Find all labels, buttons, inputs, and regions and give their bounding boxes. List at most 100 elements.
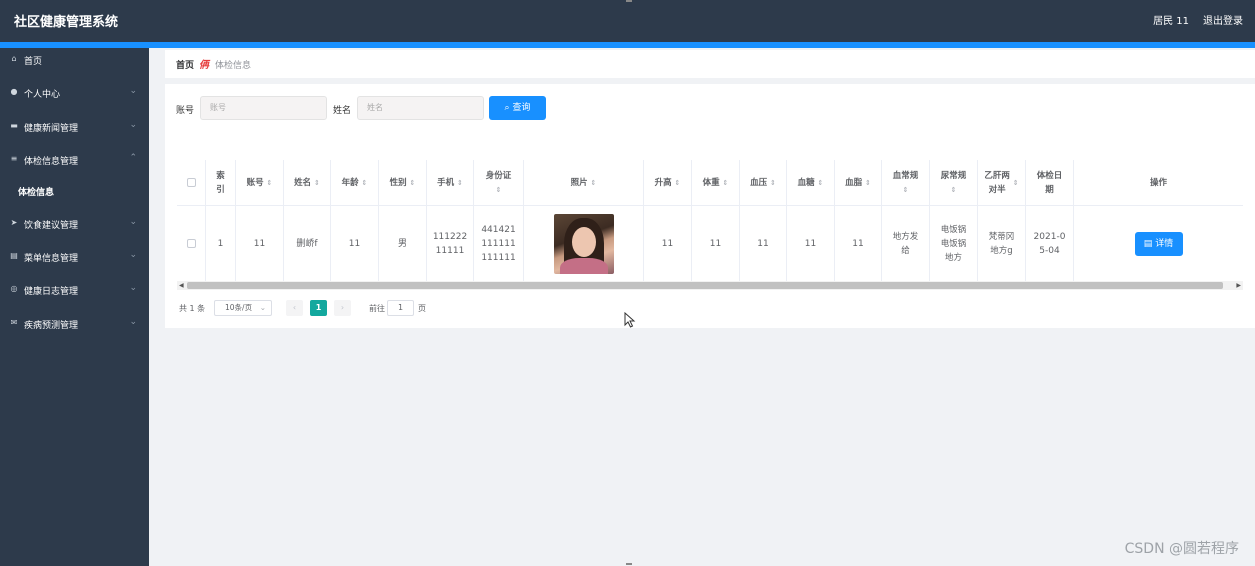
col-photo[interactable]: 照片 ⇕ <box>524 160 644 205</box>
cell-blood-lipid: 11 <box>835 206 882 281</box>
select-all-checkbox[interactable] <box>186 178 196 187</box>
col-phone[interactable]: 手机 ⇕ <box>427 160 474 205</box>
chevron-down-icon: ⌄ <box>129 86 137 96</box>
mail-icon: ✉ <box>10 318 18 327</box>
news-icon: ▬ <box>10 121 18 130</box>
select-all-checkbox-cell[interactable] <box>177 160 206 205</box>
sidebar-item-health-news[interactable]: ▬ 健康新闻管理 ⌄ <box>0 115 149 141</box>
cell-blood-routine: 地方发 给 <box>882 206 930 281</box>
goto-page-input[interactable]: 1 <box>387 300 414 316</box>
breadcrumb-separator: 侢 <box>199 60 209 71</box>
chevron-down-icon: ⌄ <box>259 303 266 312</box>
col-hepatitis-b[interactable]: 乙肝两 对半 ⇕ <box>978 160 1026 205</box>
col-id-card[interactable]: 身份证 ⇕ <box>474 160 524 205</box>
home-icon: ⌂ <box>11 54 17 63</box>
sidebar-item-label: 健康新闻管理 <box>24 124 79 134</box>
content-panel: 账号 账号 姓名 姓名 ⌕ 查询 索 引 账号 ⇕ 姓名 ⇕ 年龄 ⇕ 性别 ⇕… <box>165 84 1255 328</box>
cell-phone: 111222 11111 <box>427 206 474 281</box>
page-size-value: 10条/页 <box>225 303 253 312</box>
col-exam-date[interactable]: 体检日 期 <box>1026 160 1074 205</box>
chevron-down-icon: ⌄ <box>129 120 137 130</box>
col-name[interactable]: 姓名 ⇕ <box>284 160 331 205</box>
name-search-input[interactable]: 姓名 <box>357 96 484 120</box>
account-search-input[interactable]: 账号 <box>200 96 327 120</box>
current-page-button[interactable]: 1 <box>310 300 327 316</box>
cell-height: 11 <box>644 206 692 281</box>
cell-index: 1 <box>206 206 236 281</box>
page-size-select[interactable]: 10条/页 ⌄ <box>214 300 272 316</box>
scroll-right-arrow-icon[interactable]: ▶ <box>1236 281 1241 290</box>
logout-button[interactable]: 退出登录 <box>1203 12 1243 27</box>
col-blood-routine[interactable]: 血常规 ⇕ <box>882 160 930 205</box>
sidebar: ⌂ 首页 ● 个人中心 ⌄ ▬ 健康新闻管理 ⌄ ≡ 体检信息管理 ⌃ 体检信息… <box>0 48 149 566</box>
col-gender[interactable]: 性别 ⇕ <box>379 160 427 205</box>
cell-gender: 男 <box>379 206 427 281</box>
col-account[interactable]: 账号 ⇕ <box>236 160 284 205</box>
app-title: 社区健康管理系统 <box>14 15 119 30</box>
search-icon: ⌕ <box>504 103 510 113</box>
breadcrumb-home[interactable]: 首页 <box>176 58 194 71</box>
col-blood-sugar[interactable]: 血糖 ⇕ <box>787 160 835 205</box>
sidebar-item-home[interactable]: ⌂ 首页 <box>0 48 149 74</box>
col-blood-lipid[interactable]: 血脂 ⇕ <box>835 160 882 205</box>
col-weight[interactable]: 体重 ⇕ <box>692 160 740 205</box>
cell-hepatitis-b: 梵蒂冈 地方g <box>978 206 1026 281</box>
cell-name: 删峤f <box>284 206 331 281</box>
table-header: 索 引 账号 ⇕ 姓名 ⇕ 年龄 ⇕ 性别 ⇕ 手机 ⇕ 身份证 ⇕ 照片 ⇕ 升… <box>177 160 1243 206</box>
sidebar-item-disease-prediction[interactable]: ✉ 疾病预测管理 ⌄ <box>0 312 149 338</box>
cell-weight: 11 <box>692 206 740 281</box>
breadcrumb-current: 体检信息 <box>215 61 252 71</box>
detail-button-label: 详情 <box>1155 238 1174 249</box>
detail-button[interactable]: ▤ 详情 <box>1134 231 1183 256</box>
col-urine-routine[interactable]: 尿常规 ⇕ <box>930 160 978 205</box>
row-checkbox-cell[interactable] <box>177 206 206 281</box>
menu-icon: ▤ <box>10 251 18 260</box>
prev-page-button[interactable]: ‹ <box>286 300 303 316</box>
next-page-button[interactable]: › <box>334 300 351 316</box>
portrait-photo <box>553 213 614 274</box>
account-label: 账号 <box>176 106 195 116</box>
breadcrumb: 首页 侢 体检信息 <box>165 50 1255 78</box>
sidebar-item-health-log[interactable]: ◎ 健康日志管理 ⌄ <box>0 278 149 304</box>
sidebar-item-label: 个人中心 <box>24 90 61 100</box>
cell-age: 11 <box>331 206 379 281</box>
top-bar: 社区健康管理系统 居民 11 退出登录 <box>0 0 1255 42</box>
sidebar-item-label: 首页 <box>24 57 43 67</box>
cell-id-card: 441421 111111 111111 <box>474 206 524 281</box>
cell-urine-routine: 电饭锅 电饭锅 地方 <box>930 206 978 281</box>
sidebar-item-exam-management[interactable]: ≡ 体检信息管理 ⌃ <box>0 148 149 174</box>
scrollbar-thumb[interactable] <box>187 282 1223 289</box>
horizontal-scrollbar[interactable]: ◀ ▶ <box>177 281 1243 290</box>
sidebar-item-personal-center[interactable]: ● 个人中心 ⌄ <box>0 81 149 107</box>
sidebar-item-menu-info[interactable]: ▤ 菜单信息管理 ⌄ <box>0 245 149 271</box>
row-checkbox[interactable] <box>186 239 196 248</box>
send-icon: ➤ <box>10 218 18 227</box>
page-suffix: 页 <box>418 304 426 313</box>
sidebar-item-label: 体检信息 <box>18 188 55 198</box>
sidebar-item-label: 健康日志管理 <box>24 287 79 297</box>
sidebar-item-diet-advice[interactable]: ➤ 饮食建议管理 ⌄ <box>0 212 149 238</box>
name-label: 姓名 <box>333 106 352 116</box>
sidebar-item-label: 菜单信息管理 <box>24 254 79 264</box>
current-user: 居民 11 <box>1153 16 1189 27</box>
scroll-left-arrow-icon[interactable]: ◀ <box>179 281 184 290</box>
col-action: 操作 <box>1149 177 1167 188</box>
sidebar-item-label: 饮食建议管理 <box>24 221 79 231</box>
sidebar-item-label: 疾病预测管理 <box>24 321 79 331</box>
log-icon: ◎ <box>10 284 18 293</box>
cell-action: ▤ 详情 <box>1074 206 1243 281</box>
col-age[interactable]: 年龄 ⇕ <box>331 160 379 205</box>
sidebar-item-exam-info[interactable]: 体检信息 <box>0 179 149 205</box>
col-index: 索 引 <box>206 160 236 205</box>
mouse-cursor-icon <box>624 312 636 328</box>
col-blood-pressure[interactable]: 血压 ⇕ <box>740 160 787 205</box>
accent-bar <box>0 42 1255 48</box>
chevron-down-icon: ⌄ <box>129 250 137 260</box>
chevron-down-icon: ⌄ <box>129 217 137 227</box>
list-icon: ≡ <box>10 154 18 163</box>
watermark: CSDN @圆若程序 <box>1124 541 1239 557</box>
col-height[interactable]: 升高 ⇕ <box>644 160 692 205</box>
pagination-total: 共 1 条 <box>179 304 206 313</box>
search-button[interactable]: ⌕ 查询 <box>489 96 546 120</box>
cell-photo <box>524 206 644 281</box>
